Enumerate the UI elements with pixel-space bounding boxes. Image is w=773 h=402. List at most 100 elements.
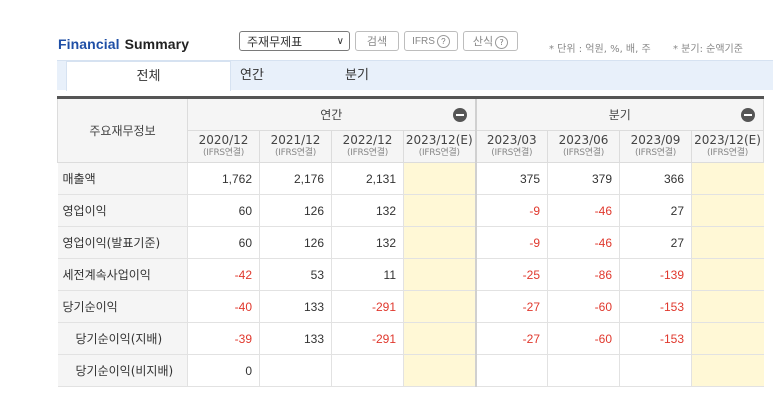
table-cell: -40 — [187, 290, 260, 323]
table-cell: -27 — [474, 290, 548, 323]
table-row: 당기순이익(지배) -39 133 -291 -27 -60 -153 — [57, 322, 764, 355]
table-cell: -46 — [547, 194, 620, 227]
column-date: 2023/03 — [486, 132, 537, 147]
table-cell: -27 — [474, 322, 548, 355]
column-header: 2023/09 (IFRS연결) — [619, 130, 692, 163]
column-basis: (IFRS연결) — [635, 147, 676, 158]
collapse-quarter-icon[interactable] — [741, 108, 755, 122]
column-basis: (IFRS연결) — [707, 147, 748, 158]
formula-help-button[interactable]: 산식? — [463, 31, 518, 51]
column-basis: (IFRS연결) — [563, 147, 604, 158]
table-cell: 53 — [259, 258, 332, 291]
column-date: 2023/12(E) — [694, 132, 761, 147]
table-cell — [691, 194, 764, 227]
table-cell: -153 — [619, 322, 692, 355]
statement-type-select[interactable]: 주재무제표 ∨ — [239, 31, 350, 51]
table-cell — [403, 354, 476, 387]
table-cell — [691, 258, 764, 291]
table-row: 당기순이익 -40 133 -291 -27 -60 -153 — [57, 290, 764, 323]
table-cell: -60 — [547, 290, 620, 323]
column-date: 2023/06 — [558, 132, 609, 147]
row-label[interactable]: 당기순이익 — [57, 290, 188, 323]
row-label[interactable]: 당기순이익(비지배) — [57, 354, 188, 387]
table-cell: -42 — [187, 258, 260, 291]
table-cell — [691, 354, 764, 387]
table-cell — [259, 354, 332, 387]
column-date: 2021/12 — [270, 132, 321, 147]
table-cell: 60 — [187, 194, 260, 227]
column-header: 2020/12 (IFRS연결) — [187, 130, 260, 163]
column-date: 2023/09 — [630, 132, 681, 147]
table-cell: 2,176 — [259, 162, 332, 195]
search-button[interactable]: 검색 — [355, 31, 399, 51]
quarter-group-label: 분기 — [608, 108, 631, 122]
table-cell: 132 — [331, 194, 404, 227]
column-date: 2020/12 — [198, 132, 249, 147]
table-cell: 133 — [259, 322, 332, 355]
statement-type-value: 주재무제표 — [247, 35, 303, 49]
table-cell: -139 — [619, 258, 692, 291]
table-cell — [403, 194, 476, 227]
table-cell: 27 — [619, 194, 692, 227]
column-header: 2022/12 (IFRS연결) — [331, 130, 404, 163]
column-date: 2022/12 — [342, 132, 393, 147]
toolbar: Financial Summary 주재무제표 ∨ 검색 IFRS? 산식? * … — [0, 28, 773, 60]
table-cell — [403, 162, 476, 195]
table-cell — [403, 322, 476, 355]
column-header: 2023/12(E) (IFRS연결) — [403, 130, 476, 163]
table-cell: -46 — [547, 226, 620, 259]
column-header: 2023/06 (IFRS연결) — [547, 130, 620, 163]
annual-group-label: 연간 — [320, 108, 343, 122]
table-row: 당기순이익(비지배) 0 — [57, 354, 764, 387]
table-cell: 375 — [474, 162, 548, 195]
table-cell: 126 — [259, 226, 332, 259]
table-cell — [691, 226, 764, 259]
table-cell — [691, 290, 764, 323]
table-row: 영업이익(발표기준) 60 126 132 -9 -46 27 — [57, 226, 764, 259]
collapse-annual-icon[interactable] — [452, 108, 467, 122]
unit-note: * 단위 : 억원, %, 배, 주 — [549, 44, 651, 55]
table-cell: -153 — [619, 290, 692, 323]
row-label[interactable]: 영업이익(발표기준) — [57, 226, 188, 259]
question-icon: ? — [436, 34, 450, 48]
table-row: 매출액 1,762 2,176 2,131 375 379 366 — [57, 162, 764, 195]
quarter-group-header: 분기 — [474, 97, 764, 131]
section-title: Financial Summary — [58, 36, 189, 52]
formula-label: 산식 — [472, 35, 494, 48]
table-cell — [691, 322, 764, 355]
table-cell: 126 — [259, 194, 332, 227]
ifrs-help-button[interactable]: IFRS? — [404, 31, 458, 51]
table-cell: 379 — [547, 162, 620, 195]
table-cell: 133 — [259, 290, 332, 323]
column-basis: (IFRS연결) — [347, 147, 388, 158]
table-row: 세전계속사업이익 -42 53 11 -25 -86 -139 — [57, 258, 764, 291]
table-row: 영업이익 60 126 132 -9 -46 27 — [57, 194, 764, 227]
table-cell — [474, 354, 548, 387]
tab-quarter[interactable]: 분기 — [322, 61, 392, 91]
tab-annual[interactable]: 연간 — [217, 61, 287, 91]
row-label[interactable]: 당기순이익(지배) — [57, 322, 188, 355]
table-cell: -60 — [547, 322, 620, 355]
quarter-note: * 분기: 순액기준 — [673, 44, 743, 55]
table-cell: -291 — [331, 322, 404, 355]
table-cell — [619, 354, 692, 387]
table-cell: -9 — [474, 226, 548, 259]
column-basis: (IFRS연결) — [275, 147, 316, 158]
table-cell: -25 — [474, 258, 548, 291]
row-label[interactable]: 영업이익 — [57, 194, 188, 227]
tab-all[interactable]: 전체 — [66, 61, 231, 91]
financial-summary-widget: Financial Summary 주재무제표 ∨ 검색 IFRS? 산식? * … — [0, 0, 773, 402]
table-cell: 366 — [619, 162, 692, 195]
table-cell: 60 — [187, 226, 260, 259]
table-cell: -9 — [474, 194, 548, 227]
row-label[interactable]: 세전계속사업이익 — [57, 258, 188, 291]
column-basis: (IFRS연결) — [491, 147, 533, 158]
table-cell — [547, 354, 620, 387]
table-cell: 27 — [619, 226, 692, 259]
column-date: 2023/12(E) — [405, 132, 473, 147]
column-header: 2023/03 (IFRS연결) — [474, 130, 548, 163]
table-cell: 11 — [331, 258, 404, 291]
row-label[interactable]: 매출액 — [57, 162, 188, 195]
column-basis: (IFRS연결) — [418, 147, 460, 158]
chevron-down-icon: ∨ — [336, 36, 344, 47]
